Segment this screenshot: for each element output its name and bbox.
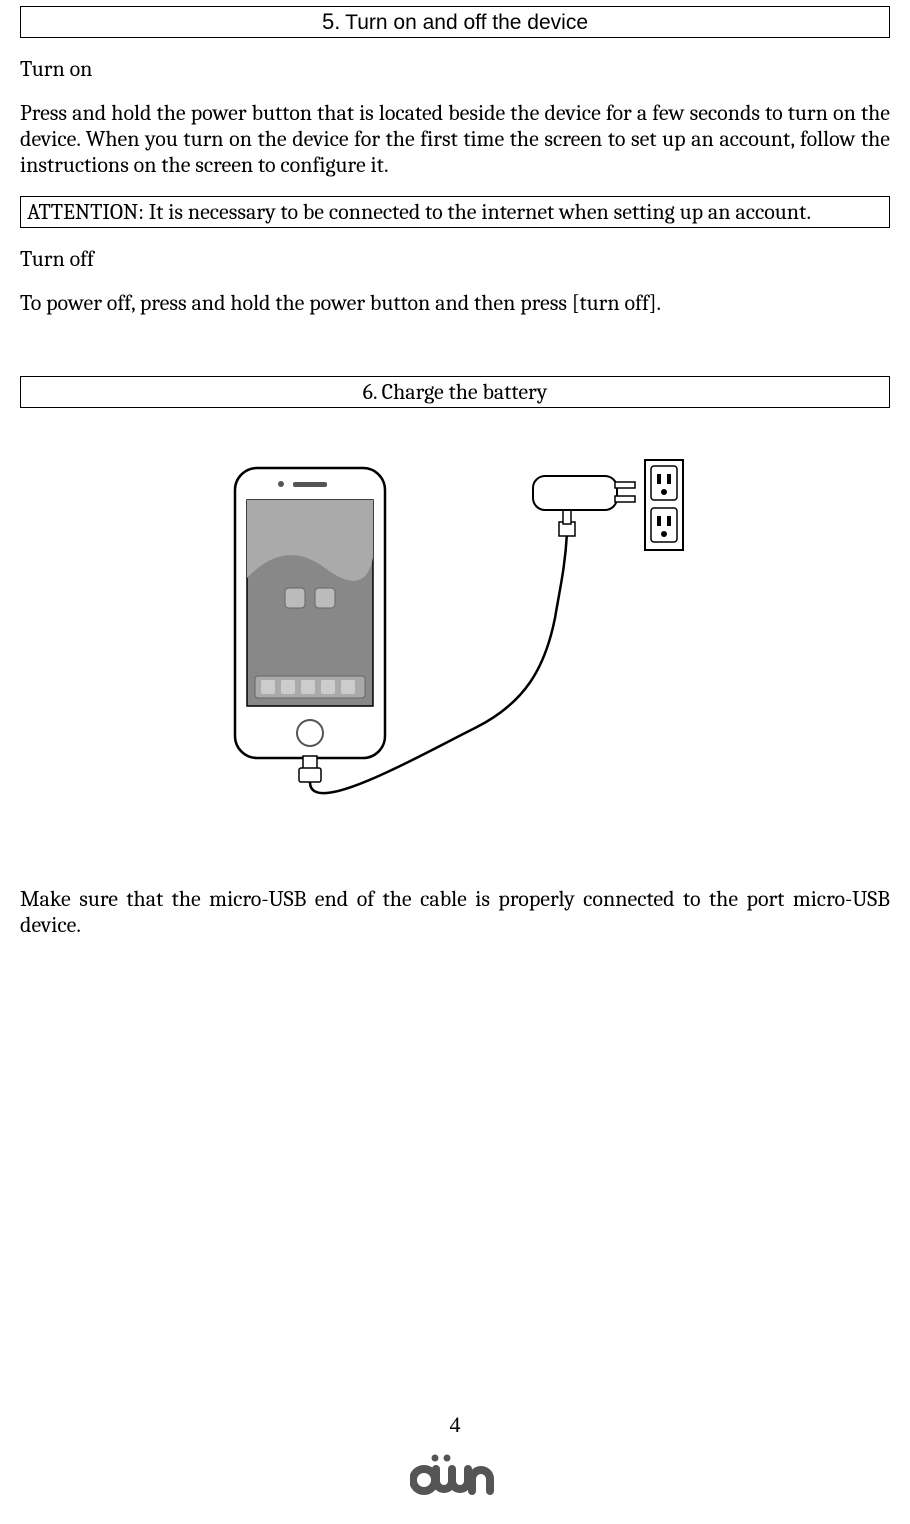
turn-on-body: Press and hold the power button that is … xyxy=(20,100,890,196)
section-6-header: 6. Charge the battery xyxy=(20,376,890,408)
own-logo-icon xyxy=(410,1452,500,1498)
section-6-title: 6. Charge the battery xyxy=(363,379,548,405)
charging-illustration xyxy=(20,408,890,868)
turn-off-body: To power off, press and hold the power b… xyxy=(20,290,890,376)
brand-logo xyxy=(0,1452,910,1504)
attention-box: ATTENTION: It is necessary to be connect… xyxy=(20,196,890,228)
section-5-number: 5. xyxy=(322,9,340,34)
section-5-header: 5. Turn on and off the device xyxy=(20,6,890,38)
turn-on-heading: Turn on xyxy=(20,38,890,100)
phone-charger-icon xyxy=(215,458,695,798)
section-6-body: Make sure that the micro-USB end of the … xyxy=(20,868,890,956)
page-number: 4 xyxy=(0,1412,910,1438)
turn-off-heading: Turn off xyxy=(20,228,890,290)
section-5-title: Turn on and off the device xyxy=(345,11,588,34)
